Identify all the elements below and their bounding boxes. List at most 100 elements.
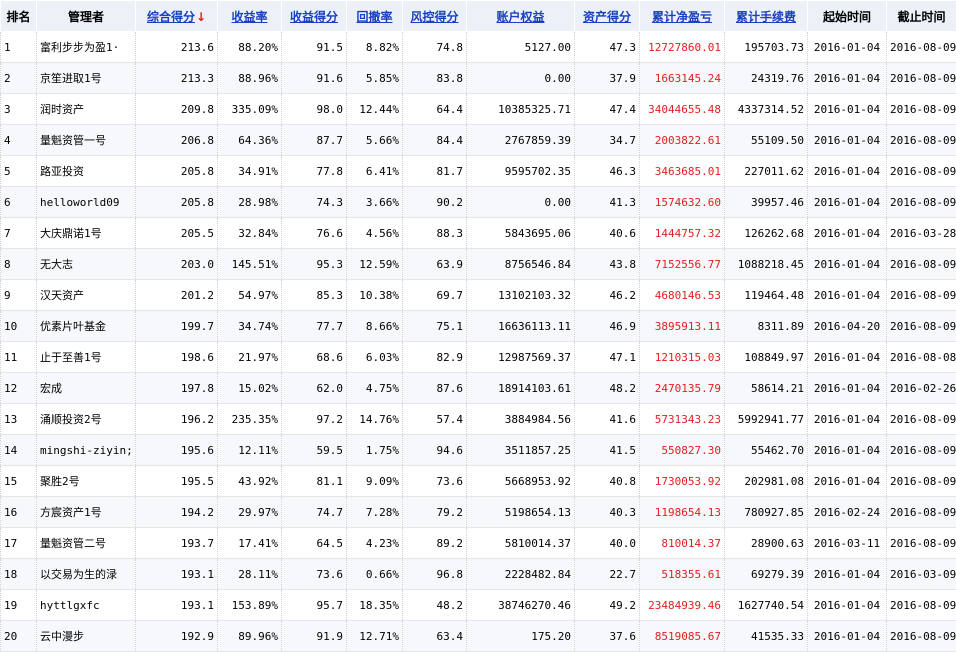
cell-manager: 量魁资管一号: [37, 125, 136, 156]
cell-return-rate: 32.84%: [218, 218, 282, 249]
cell-net-profit: 23484939.46: [640, 590, 725, 621]
cell-start-date: 2016-01-04: [808, 218, 887, 249]
cell-equity: 18914103.61: [467, 373, 575, 404]
header-end-date: 截止时间: [887, 1, 956, 32]
sort-link-net-profit[interactable]: 累计净盈亏: [652, 10, 712, 24]
cell-manager: 方宸资产1号: [37, 497, 136, 528]
table-row: 8无大志203.0145.51%95.312.59%63.98756546.84…: [1, 249, 956, 280]
cell-net-profit: 1444757.32: [640, 218, 725, 249]
cell-end-date: 2016-03-28: [887, 218, 956, 249]
cell-drawdown: 1.75%: [347, 435, 403, 466]
table-row: 12宏成197.815.02%62.04.75%87.618914103.614…: [1, 373, 956, 404]
cell-fees: 69279.39: [725, 559, 808, 590]
cell-manager: 润时资产: [37, 94, 136, 125]
header-rank: 排名: [1, 1, 37, 32]
cell-drawdown: 6.41%: [347, 156, 403, 187]
cell-risk-score: 75.1: [403, 311, 467, 342]
cell-manager: 大庆鼎诺1号: [37, 218, 136, 249]
header-composite-score[interactable]: 综合得分↓: [136, 1, 218, 32]
cell-net-profit: 1574632.60: [640, 187, 725, 218]
cell-composite-score: 213.3: [136, 63, 218, 94]
cell-risk-score: 48.2: [403, 590, 467, 621]
cell-asset-score: 41.5: [575, 435, 640, 466]
cell-return-rate: 235.35%: [218, 404, 282, 435]
cell-end-date: 2016-08-09: [887, 404, 956, 435]
header-net-profit[interactable]: 累计净盈亏: [640, 1, 725, 32]
sort-link-asset-score[interactable]: 资产得分: [583, 10, 631, 24]
header-risk-score[interactable]: 风控得分: [403, 1, 467, 32]
cell-manager: mingshi-ziyin;: [37, 435, 136, 466]
cell-end-date: 2016-02-26: [887, 373, 956, 404]
header-fees[interactable]: 累计手续费: [725, 1, 808, 32]
cell-net-profit: 12727860.01: [640, 32, 725, 63]
cell-return-score: 74.3: [282, 187, 347, 218]
cell-asset-score: 46.3: [575, 156, 640, 187]
cell-equity: 3884984.56: [467, 404, 575, 435]
sort-link-fees[interactable]: 累计手续费: [736, 10, 796, 24]
cell-start-date: 2016-02-24: [808, 497, 887, 528]
table-row: 9汉天资产201.254.97%85.310.38%69.713102103.3…: [1, 280, 956, 311]
cell-drawdown: 3.66%: [347, 187, 403, 218]
sort-link-drawdown[interactable]: 回撤率: [356, 10, 392, 24]
cell-return-rate: 29.97%: [218, 497, 282, 528]
cell-net-profit: 5731343.23: [640, 404, 725, 435]
cell-start-date: 2016-01-04: [808, 559, 887, 590]
cell-return-rate: 28.11%: [218, 559, 282, 590]
cell-equity: 0.00: [467, 63, 575, 94]
cell-end-date: 2016-08-08: [887, 342, 956, 373]
cell-composite-score: 209.8: [136, 94, 218, 125]
cell-fees: 4337314.52: [725, 94, 808, 125]
cell-fees: 8311.89: [725, 311, 808, 342]
cell-start-date: 2016-04-20: [808, 311, 887, 342]
header-return-score[interactable]: 收益得分: [282, 1, 347, 32]
cell-start-date: 2016-01-04: [808, 94, 887, 125]
sort-link-return-rate[interactable]: 收益率: [231, 10, 267, 24]
cell-return-score: 91.6: [282, 63, 347, 94]
cell-composite-score: 197.8: [136, 373, 218, 404]
cell-equity: 9595702.35: [467, 156, 575, 187]
cell-manager: 京笙进取1号: [37, 63, 136, 94]
cell-asset-score: 37.9: [575, 63, 640, 94]
cell-return-rate: 34.91%: [218, 156, 282, 187]
cell-start-date: 2016-01-04: [808, 373, 887, 404]
cell-return-score: 76.6: [282, 218, 347, 249]
header-equity[interactable]: 账户权益: [467, 1, 575, 32]
cell-composite-score: 196.2: [136, 404, 218, 435]
sort-desc-arrow-icon: ↓: [196, 10, 206, 24]
sort-link-risk-score[interactable]: 风控得分: [410, 10, 458, 24]
sort-link-return-score[interactable]: 收益得分: [290, 10, 338, 24]
cell-fees: 55462.70: [725, 435, 808, 466]
cell-drawdown: 12.44%: [347, 94, 403, 125]
cell-end-date: 2016-08-09: [887, 94, 956, 125]
cell-fees: 119464.48: [725, 280, 808, 311]
header-asset-score[interactable]: 资产得分: [575, 1, 640, 32]
cell-rank: 18: [1, 559, 37, 590]
cell-end-date: 2016-08-09: [887, 156, 956, 187]
cell-start-date: 2016-01-04: [808, 435, 887, 466]
cell-return-score: 81.1: [282, 466, 347, 497]
cell-composite-score: 213.6: [136, 32, 218, 63]
cell-drawdown: 7.28%: [347, 497, 403, 528]
cell-equity: 38746270.46: [467, 590, 575, 621]
table-row: 17量魁资管二号193.717.41%64.54.23%89.25810014.…: [1, 528, 956, 559]
cell-fees: 202981.08: [725, 466, 808, 497]
sort-link-equity[interactable]: 账户权益: [496, 10, 544, 24]
cell-manager: 止于至善1号: [37, 342, 136, 373]
cell-start-date: 2016-01-04: [808, 125, 887, 156]
cell-return-score: 77.8: [282, 156, 347, 187]
cell-manager: 路亚投资: [37, 156, 136, 187]
cell-asset-score: 40.8: [575, 466, 640, 497]
header-drawdown[interactable]: 回撤率: [347, 1, 403, 32]
header-manager: 管理者: [37, 1, 136, 32]
cell-composite-score: 199.7: [136, 311, 218, 342]
cell-net-profit: 3895913.11: [640, 311, 725, 342]
header-return-rate[interactable]: 收益率: [218, 1, 282, 32]
cell-rank: 5: [1, 156, 37, 187]
cell-rank: 6: [1, 187, 37, 218]
cell-manager: 聚胜2号: [37, 466, 136, 497]
cell-net-profit: 1198654.13: [640, 497, 725, 528]
cell-return-rate: 12.11%: [218, 435, 282, 466]
table-row: 1富利步步为盈1·213.688.20%91.58.82%74.85127.00…: [1, 32, 956, 63]
sort-link-composite-score[interactable]: 综合得分: [147, 10, 195, 24]
cell-composite-score: 195.5: [136, 466, 218, 497]
